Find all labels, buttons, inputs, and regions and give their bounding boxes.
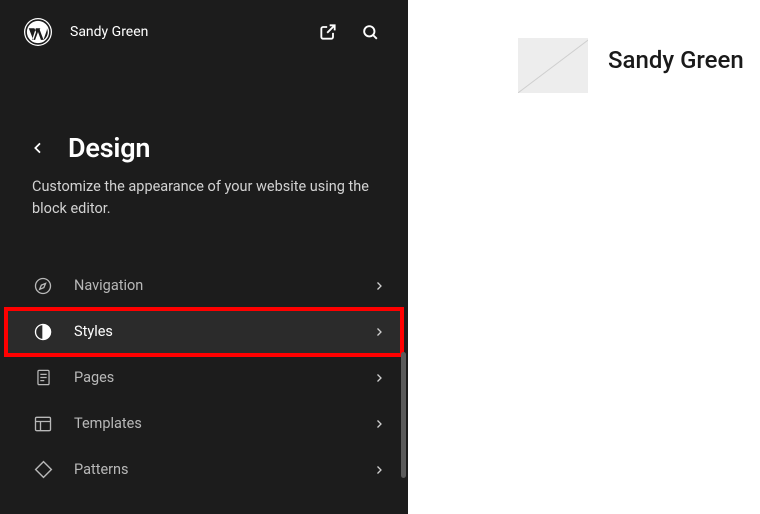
wordpress-icon bbox=[25, 19, 51, 45]
layout-icon bbox=[32, 413, 54, 435]
site-name: Sandy Green bbox=[70, 24, 148, 40]
site-preview: Sandy Green bbox=[408, 0, 760, 514]
search-icon bbox=[361, 23, 380, 42]
chevron-right-icon bbox=[370, 323, 388, 341]
nav-item-templates[interactable]: Templates bbox=[6, 401, 402, 447]
external-link-icon bbox=[318, 22, 338, 42]
page-icon bbox=[32, 367, 54, 389]
search-button[interactable] bbox=[352, 14, 388, 50]
nav-item-navigation[interactable]: Navigation bbox=[6, 263, 402, 309]
nav-item-label: Styles bbox=[74, 323, 370, 340]
nav-item-styles[interactable]: Styles bbox=[6, 309, 402, 355]
nav-item-label: Templates bbox=[74, 415, 370, 432]
sidebar: Sandy Green Design Customize the appeara… bbox=[0, 0, 408, 514]
nav-item-label: Navigation bbox=[74, 277, 370, 294]
page-title-row: Design bbox=[0, 110, 408, 164]
contrast-icon bbox=[32, 321, 54, 343]
open-site-button[interactable] bbox=[310, 14, 346, 50]
nav-item-pages[interactable]: Pages bbox=[6, 355, 402, 401]
chevron-left-icon bbox=[30, 140, 46, 156]
scrollbar-thumb[interactable] bbox=[401, 352, 406, 478]
chevron-right-icon bbox=[370, 369, 388, 387]
page-title: Design bbox=[68, 132, 150, 164]
nav-item-label: Pages bbox=[74, 369, 370, 386]
chevron-right-icon bbox=[370, 415, 388, 433]
wordpress-logo[interactable] bbox=[24, 18, 52, 46]
site-logo-placeholder bbox=[518, 38, 588, 93]
nav-item-patterns[interactable]: Patterns bbox=[6, 447, 402, 493]
compass-icon bbox=[32, 275, 54, 297]
back-button[interactable] bbox=[22, 132, 54, 164]
page-description: Customize the appearance of your website… bbox=[0, 164, 408, 221]
sidebar-header: Sandy Green bbox=[0, 0, 408, 64]
chevron-right-icon bbox=[370, 461, 388, 479]
patterns-icon bbox=[32, 459, 54, 481]
chevron-right-icon bbox=[370, 277, 388, 295]
nav-item-label: Patterns bbox=[74, 461, 370, 478]
design-nav: Navigation Styles Pages bbox=[0, 263, 408, 493]
preview-site-title: Sandy Green bbox=[608, 46, 744, 514]
